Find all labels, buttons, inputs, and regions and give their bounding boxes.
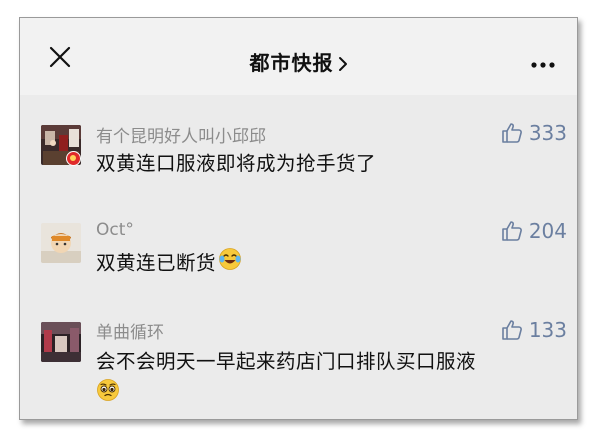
- top-bar: 都市快报: [20, 18, 577, 95]
- comment-username[interactable]: 单曲循环: [96, 318, 164, 343]
- like-count: 133: [528, 318, 567, 342]
- verified-badge-icon: [66, 151, 81, 166]
- like-button[interactable]: 204: [501, 219, 567, 243]
- like-count: 204: [528, 219, 567, 243]
- comment-text: 会不会明天一早起来药店门口排队买口服液: [96, 346, 556, 412]
- thumb-up-icon: [502, 320, 522, 340]
- comments-panel: 都市快报 有个昆明好人叫小邱邱 333 双黄连口服液即将成为抢手货了 Oct° …: [19, 17, 578, 420]
- laughing-crying-emoji: [218, 247, 242, 281]
- like-button[interactable]: 133: [501, 318, 567, 342]
- avatar[interactable]: [41, 322, 81, 362]
- more-horizontal-icon: [531, 62, 555, 68]
- thumb-up-icon: [502, 123, 522, 143]
- comment-text: 双黄连已断货: [96, 247, 556, 281]
- like-count: 333: [528, 121, 567, 145]
- comment-text: 双黄连口服液即将成为抢手货了: [96, 152, 377, 175]
- like-button[interactable]: 333: [501, 121, 567, 145]
- comment-text-body: 会不会明天一早起来药店门口排队买口服液: [96, 350, 477, 373]
- more-button[interactable]: [530, 54, 556, 68]
- comment-text-body: 双黄连已断货: [96, 251, 217, 275]
- comment-username[interactable]: Oct°: [96, 220, 134, 240]
- page-title-text: 都市快报: [249, 51, 334, 75]
- comment-username[interactable]: 有个昆明好人叫小邱邱: [96, 122, 266, 147]
- page-title[interactable]: 都市快报: [20, 47, 577, 77]
- thumb-up-icon: [502, 221, 522, 241]
- pleading-face-emoji: [96, 378, 120, 412]
- chevron-right-icon: [338, 53, 348, 77]
- avatar[interactable]: [41, 223, 81, 263]
